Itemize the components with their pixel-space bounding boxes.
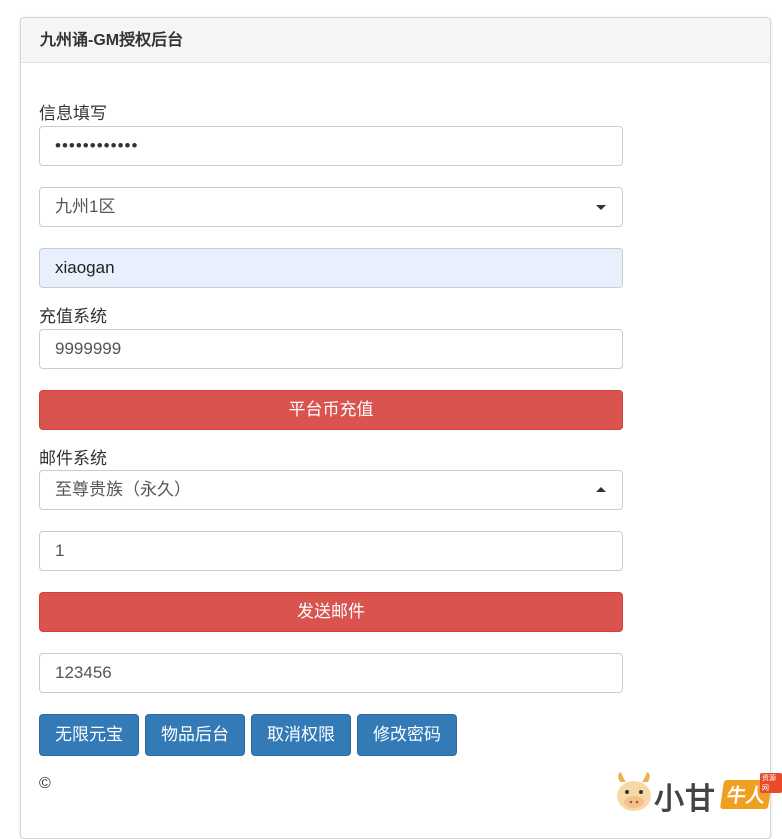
cow-mascot-icon bbox=[617, 772, 651, 811]
mail-quantity-field[interactable]: 1 bbox=[39, 531, 623, 571]
cancel-permission-button[interactable]: 取消权限 bbox=[251, 714, 351, 756]
site-watermark: 小甘 牛人 资源网 bbox=[612, 768, 782, 816]
send-mail-button[interactable]: 发送邮件 bbox=[39, 592, 623, 632]
watermark-text: 小甘 bbox=[654, 783, 716, 816]
password-field[interactable]: •••••••••••• bbox=[39, 126, 623, 166]
mail-section-label: 邮件系统 bbox=[39, 449, 107, 468]
item-backend-button[interactable]: 物品后台 bbox=[145, 714, 245, 756]
code-field[interactable]: 123456 bbox=[39, 653, 623, 693]
recharge-amount-field[interactable]: 9999999 bbox=[39, 329, 623, 369]
caret-down-icon bbox=[596, 205, 606, 210]
caret-up-icon bbox=[596, 487, 606, 492]
panel-title: 九州诵-GM授权后台 bbox=[21, 18, 770, 63]
server-select-value: 九州1区 bbox=[55, 197, 116, 216]
mail-item-select-value: 至尊贵族（永久） bbox=[55, 480, 191, 499]
account-field[interactable]: xiaogan bbox=[39, 248, 623, 288]
action-button-row: 无限元宝 物品后台 取消权限 修改密码 bbox=[39, 714, 457, 756]
change-password-button[interactable]: 修改密码 bbox=[357, 714, 457, 756]
unlimited-yuanbao-button[interactable]: 无限元宝 bbox=[39, 714, 139, 756]
recharge-section-label: 充值系统 bbox=[39, 307, 107, 326]
gm-panel: 九州诵-GM授权后台 信息填写 •••••••••••• 九州1区 xiaoga… bbox=[20, 17, 771, 839]
mail-item-select[interactable]: 至尊贵族（永久） bbox=[39, 470, 623, 510]
watermark-tag: 资源网 bbox=[760, 773, 782, 793]
server-select[interactable]: 九州1区 bbox=[39, 187, 623, 227]
copyright-footer: © bbox=[39, 775, 51, 792]
info-section-label: 信息填写 bbox=[39, 104, 107, 123]
recharge-button[interactable]: 平台币充值 bbox=[39, 390, 623, 430]
